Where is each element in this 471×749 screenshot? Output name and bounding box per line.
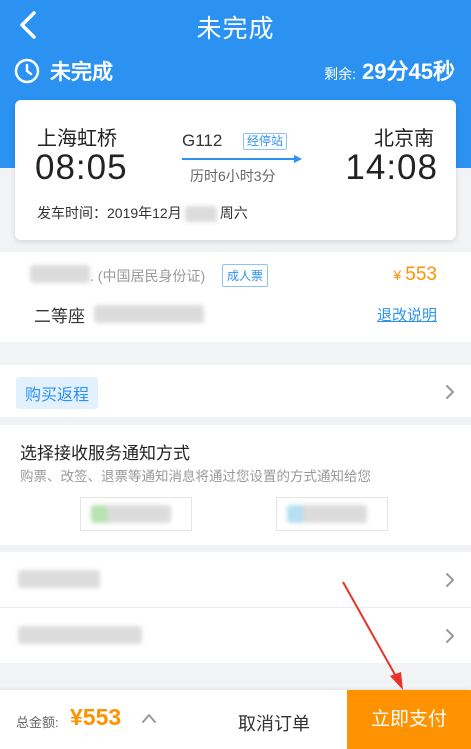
notify-option-2[interactable] xyxy=(276,497,388,531)
redacted-row-2-text xyxy=(18,626,142,644)
info-row-1[interactable] xyxy=(0,552,471,607)
chevron-right-icon xyxy=(446,573,454,587)
passenger-row: . (中国居民身份证) 成人票 ¥553 二等座 退改说明 xyxy=(0,252,471,342)
redacted-passenger-name xyxy=(30,265,90,283)
redacted-row-1-text xyxy=(18,570,100,588)
info-row-2[interactable] xyxy=(0,608,471,663)
price-value: 553 xyxy=(405,264,437,285)
page-title: 未完成 xyxy=(196,15,275,43)
departure-station: 上海虹桥 xyxy=(37,128,117,150)
arrival-station: 北京南 xyxy=(374,128,434,150)
return-trip-row[interactable]: 购买返程 xyxy=(0,365,471,417)
route-arrow-icon xyxy=(182,155,302,163)
redacted-option-1 xyxy=(91,505,171,523)
total-amount: ¥553 xyxy=(70,704,122,730)
order-status-row: 未完成 剩余: 29分45秒 xyxy=(0,52,471,92)
nav-bar: 未完成 xyxy=(0,0,471,50)
price-currency: ¥ xyxy=(393,267,402,283)
remaining-value: 29分45秒 xyxy=(362,59,455,84)
clock-icon xyxy=(14,58,40,84)
departure-date: 发车时间：2019年12月 周六 xyxy=(37,203,248,223)
departure-date-text: 发车时间：2019年12月 xyxy=(37,205,182,221)
ticket-type-badge: 成人票 xyxy=(222,264,269,287)
notification-section: 选择接收服务通知方式 购票、改签、退票等通知消息将通过您设置的方式通知给您 xyxy=(0,425,471,545)
chevron-up-icon[interactable] xyxy=(141,712,157,724)
train-number: G112 xyxy=(182,131,223,150)
notify-option-1[interactable] xyxy=(80,497,192,531)
chevron-right-icon xyxy=(446,385,454,399)
total-label: 总金额: xyxy=(16,715,59,730)
order-status-text: 未完成 xyxy=(50,61,113,84)
stops-link[interactable]: 经停站 xyxy=(243,133,288,150)
bottom-bar: 总金额: ¥553 取消订单 立即支付 xyxy=(0,690,471,749)
seat-class: 二等座 xyxy=(34,307,85,326)
ticket-card: 上海虹桥 08:05 G112 经停站 历时6小时3分 北京南 14:08 发车… xyxy=(15,100,456,240)
redacted-day xyxy=(184,206,217,223)
ticket-price: ¥553 xyxy=(394,264,438,286)
notification-title: 选择接收服务通知方式 xyxy=(20,444,190,463)
redacted-seat-number xyxy=(94,305,204,323)
buy-return-button[interactable]: 购买返程 xyxy=(16,377,99,409)
remaining-time: 剩余: 29分45秒 xyxy=(324,54,455,86)
notification-desc: 购票、改签、退票等通知消息将通过您设置的方式通知给您 xyxy=(20,469,371,484)
cancel-order-button[interactable]: 取消订单 xyxy=(238,710,310,736)
redacted-option-2 xyxy=(287,505,367,523)
pay-now-button[interactable]: 立即支付 xyxy=(347,690,471,749)
trip-duration: 历时6小时3分 xyxy=(190,168,276,184)
departure-weekday: 周六 xyxy=(219,205,248,221)
remaining-label: 剩余: xyxy=(324,66,357,82)
arrival-time: 14:08 xyxy=(345,148,438,187)
passenger-id-type: . (中国居民身份证) xyxy=(90,268,206,284)
departure-time: 08:05 xyxy=(35,148,128,187)
chevron-right-icon xyxy=(446,629,454,643)
refund-policy-link[interactable]: 退改说明 xyxy=(377,304,437,325)
